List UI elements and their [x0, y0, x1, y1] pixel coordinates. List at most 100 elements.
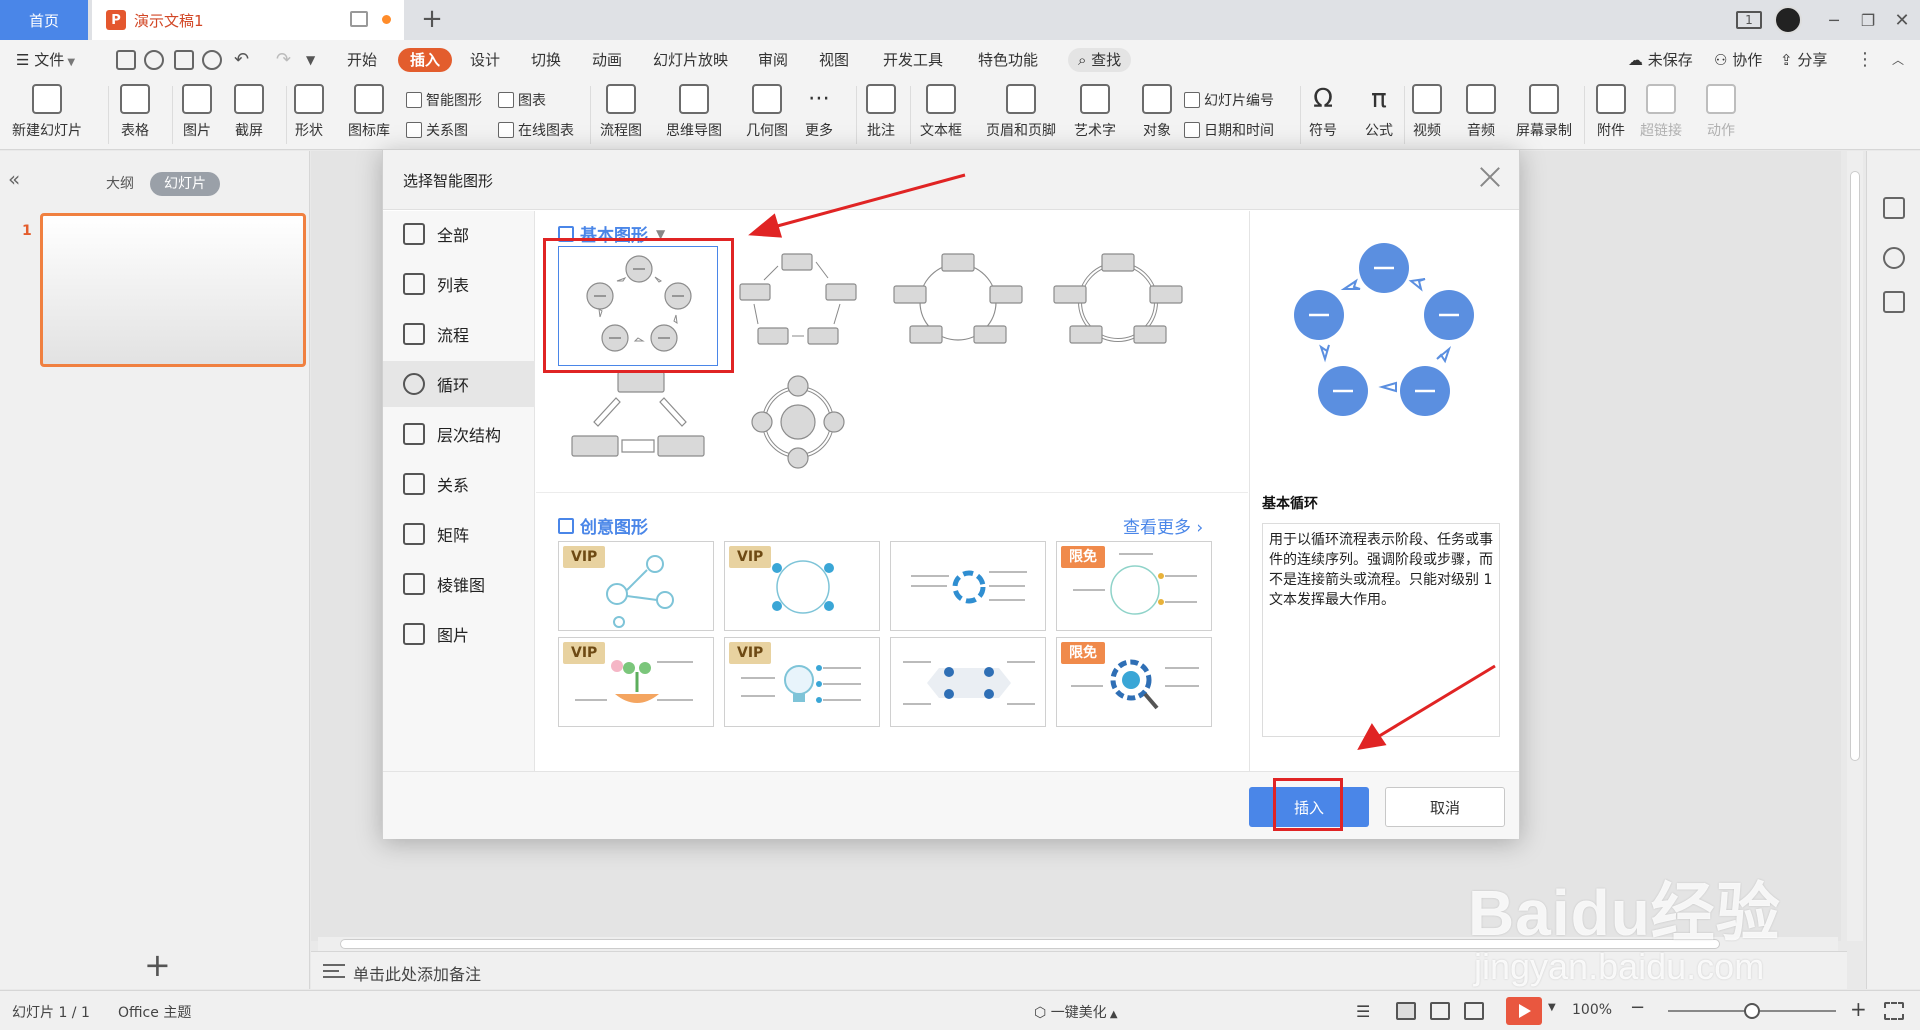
collaborate-button[interactable]: ⚇ 协作 [1714, 48, 1762, 72]
basic-section-header[interactable]: 基本图形 ▼ [558, 221, 665, 246]
beautify-button[interactable]: ⬡ 一键美化 ▲ [1034, 1002, 1118, 1022]
object-button[interactable]: 对象 [1142, 84, 1172, 140]
category-picture[interactable]: 图片 [383, 611, 535, 657]
table-button[interactable]: 表格 [120, 84, 150, 140]
shape-segmented-cycle[interactable] [1038, 246, 1198, 366]
category-matrix[interactable]: 矩阵 [383, 511, 535, 557]
menu-start[interactable]: 开始 [347, 48, 377, 72]
zoom-in-icon[interactable]: + [1850, 997, 1867, 1021]
print-icon[interactable] [174, 50, 194, 70]
properties-icon[interactable] [1883, 197, 1905, 219]
vertical-scrollbar[interactable] [1847, 151, 1863, 941]
category-relationship[interactable]: 关系 [383, 461, 535, 507]
export-icon[interactable] [144, 50, 164, 70]
creative-template-card[interactable]: VIP [558, 637, 714, 727]
maximize-icon[interactable]: ❐ [1858, 8, 1878, 32]
more-button[interactable]: ⋯ 更多 [804, 84, 834, 140]
datetime-button[interactable]: 日期和时间 [1184, 120, 1274, 140]
creative-template-card[interactable]: 限免 [1056, 541, 1212, 631]
formula-button[interactable]: π 公式 [1364, 84, 1394, 140]
zoom-level[interactable]: 100% [1572, 1002, 1612, 1018]
page-badge[interactable]: 1 [1736, 11, 1762, 29]
dialog-close-icon[interactable] [1475, 162, 1505, 192]
category-all[interactable]: 全部 [383, 211, 535, 257]
animation-pane-icon[interactable] [1883, 247, 1905, 269]
creative-template-card[interactable]: VIP [558, 541, 714, 631]
more-options-icon[interactable]: ⋮ [1856, 48, 1874, 72]
menu-insert[interactable]: 插入 [398, 48, 453, 72]
action-button[interactable]: 动作 [1706, 84, 1736, 140]
screenshot-button[interactable]: 截屏 [234, 84, 264, 140]
category-pyramid[interactable]: 棱锥图 [383, 561, 535, 607]
screen-record-button[interactable]: 屏幕录制 [1516, 84, 1572, 140]
menu-design[interactable]: 设计 [470, 48, 500, 72]
notes-bar[interactable]: 单击此处添加备注 [311, 951, 1847, 989]
category-hierarchy[interactable]: 层次结构 [383, 411, 535, 457]
wordart-button[interactable]: 艺术字 [1074, 84, 1116, 140]
category-process[interactable]: 流程 [383, 311, 535, 357]
mindmap-button[interactable]: 思维导图 [666, 84, 722, 140]
category-list-item[interactable]: 列表 [383, 261, 535, 307]
menu-special[interactable]: 特色功能 [978, 48, 1038, 72]
fit-window-icon[interactable] [1884, 1002, 1904, 1020]
add-slide-button[interactable]: + [144, 946, 171, 984]
smartart-button[interactable]: 智能图形 [406, 90, 482, 110]
hyperlink-button[interactable]: 超链接 [1640, 84, 1682, 140]
menu-animation[interactable]: 动画 [592, 48, 622, 72]
new-slide-button[interactable]: 新建幻灯片 [12, 84, 82, 140]
flowchart-button[interactable]: 流程图 [600, 84, 642, 140]
menu-review[interactable]: 审阅 [758, 48, 788, 72]
horizontal-scrollbar[interactable] [318, 937, 1838, 951]
tab-home[interactable]: 首页 [0, 0, 88, 40]
see-more-link[interactable]: 查看更多 › [1123, 513, 1203, 538]
comment-button[interactable]: 批注 [866, 84, 896, 140]
redo-icon[interactable]: ↷ [276, 48, 291, 72]
undo-icon[interactable]: ↶ [234, 48, 249, 72]
cancel-button[interactable]: 取消 [1385, 787, 1505, 827]
shape-triangle-cycle[interactable] [558, 366, 718, 486]
vertical-scroll-thumb[interactable] [1850, 171, 1860, 761]
notes-toggle-icon[interactable]: ☰ [1356, 1002, 1370, 1021]
zoom-out-icon[interactable]: − [1630, 997, 1645, 1018]
menu-slideshow[interactable]: 幻灯片放映 [653, 48, 728, 72]
preview-icon[interactable] [202, 50, 222, 70]
creative-template-card[interactable]: 限免 [1056, 637, 1212, 727]
tab-slides[interactable]: 幻灯片 [150, 172, 220, 196]
horizontal-scroll-thumb[interactable] [340, 939, 1720, 949]
collapse-ribbon-icon[interactable]: ︿ [1892, 48, 1904, 72]
menu-developer[interactable]: 开发工具 [883, 48, 943, 72]
header-footer-button[interactable]: 页眉和页脚 [986, 84, 1056, 140]
creative-template-card[interactable] [890, 541, 1046, 631]
normal-view-icon[interactable] [1396, 1002, 1416, 1020]
save-icon[interactable] [116, 50, 136, 70]
tab-document[interactable]: P 演示文稿1 [92, 0, 404, 40]
symbol-button[interactable]: Ω 符号 [1308, 84, 1338, 140]
zoom-slider-knob[interactable] [1744, 1003, 1760, 1019]
slide-number-button[interactable]: 幻灯片编号 [1184, 90, 1274, 110]
shape-text-cycle[interactable] [718, 246, 878, 366]
shape-basic-cycle[interactable] [558, 246, 718, 366]
relation-button[interactable]: 关系图 [406, 120, 468, 140]
tab-outline[interactable]: 大纲 [106, 172, 134, 196]
reading-view-icon[interactable] [1464, 1002, 1484, 1020]
play-icon[interactable] [1506, 997, 1542, 1025]
chart-button[interactable]: 图表 [498, 90, 546, 110]
attachment-button[interactable]: 附件 [1596, 84, 1626, 140]
creative-template-card[interactable]: VIP [724, 637, 880, 727]
collapse-panel-icon[interactable]: « [8, 167, 20, 191]
new-tab-button[interactable]: + [420, 4, 444, 34]
minimize-icon[interactable]: ─ [1824, 8, 1844, 32]
menu-transition[interactable]: 切换 [531, 48, 561, 72]
video-button[interactable]: 视频 [1412, 84, 1442, 140]
category-cycle[interactable]: 循环 [383, 361, 535, 407]
icon-library-button[interactable]: 图标库 [348, 84, 390, 140]
monitor-icon[interactable] [350, 11, 368, 27]
textbox-button[interactable]: 文本框 [920, 84, 962, 140]
sorter-view-icon[interactable] [1430, 1002, 1450, 1020]
online-chart-button[interactable]: 在线图表 [498, 120, 574, 140]
slide-switch-icon[interactable] [1883, 291, 1905, 313]
picture-button[interactable]: 图片 [182, 84, 212, 140]
insert-button[interactable]: 插入 [1249, 787, 1369, 827]
close-icon[interactable]: ✕ [1892, 8, 1912, 32]
geometry-button[interactable]: 几何图 [746, 84, 788, 140]
